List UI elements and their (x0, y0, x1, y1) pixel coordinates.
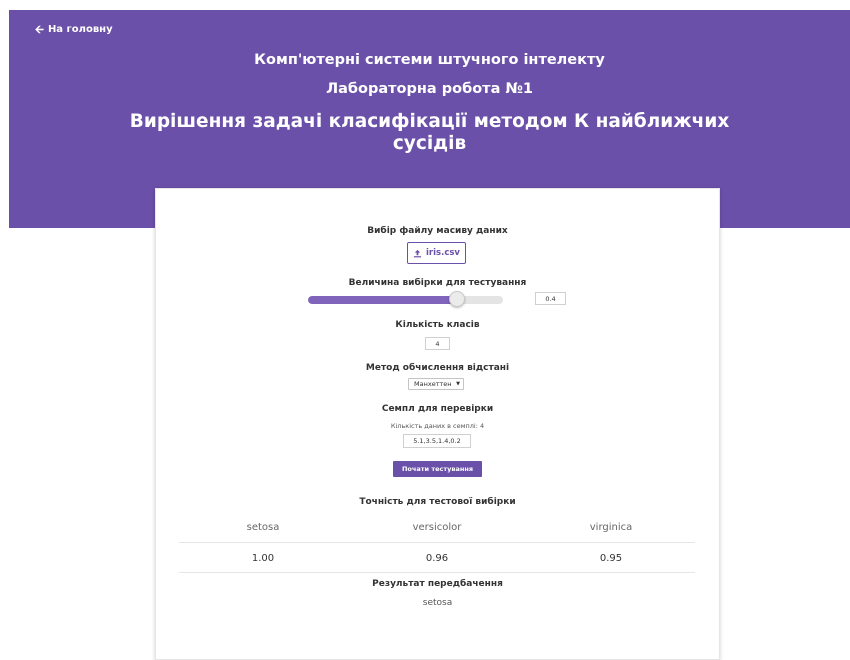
table-header-cell: virginica (589, 522, 633, 533)
page-title: Вирішення задачі класифікації методом К … (129, 111, 730, 154)
upload-icon (413, 249, 422, 257)
arrow-left-icon: 🡨 (35, 23, 44, 36)
table-header-cell: versicolor (412, 522, 462, 533)
distance-method-value: Манхеттен (414, 380, 452, 388)
file-label: Вибір файлу масиву даних (367, 226, 508, 236)
slider-thumb[interactable] (449, 291, 466, 307)
sample-label: Семпл для перевірки (381, 404, 494, 414)
prediction-title: Результат передбачення (372, 579, 503, 589)
file-name: iris.csv (426, 248, 460, 258)
lab-title: Лабораторна робота №1 (326, 81, 533, 97)
table-divider (179, 572, 695, 573)
table-divider (179, 542, 695, 543)
chevron-down-icon: ▼ (456, 381, 460, 387)
sample-count-note: Кількість даних в семплі: 4 (390, 422, 485, 430)
table-value-cell: 0.95 (599, 553, 623, 564)
distance-method-select[interactable]: Манхеттен ▼ (408, 378, 464, 390)
test-size-label: Величина вибірки для тестування (348, 278, 527, 288)
back-link-label: На головну (47, 24, 113, 35)
back-to-home-link[interactable]: 🡨 На головну (35, 24, 113, 35)
classes-input[interactable]: 4 (425, 337, 450, 350)
sample-input[interactable]: 5.1,3.5,1.4,0.2 (403, 434, 471, 448)
course-title: Комп'ютерні системи штучного інтелекту (254, 52, 605, 68)
prediction-value: setosa (422, 598, 453, 608)
test-size-input[interactable]: 0.4 (535, 292, 566, 305)
main-card: Вибір файлу масиву даних iris.csv Величи… (155, 188, 720, 660)
file-upload-button[interactable]: iris.csv (407, 242, 466, 264)
table-value-cell: 1.00 (251, 553, 275, 564)
table-value-cell: 0.96 (425, 553, 449, 564)
accuracy-title: Точність для тестової вибірки (359, 497, 516, 507)
table-header-cell: setosa (246, 522, 280, 533)
classes-label: Кількість класів (395, 320, 480, 330)
slider-fill (308, 296, 457, 304)
test-size-slider[interactable] (308, 296, 503, 304)
start-testing-button[interactable]: Почати тестування (393, 461, 482, 477)
distance-method-label: Метод обчислення відстані (365, 363, 510, 373)
